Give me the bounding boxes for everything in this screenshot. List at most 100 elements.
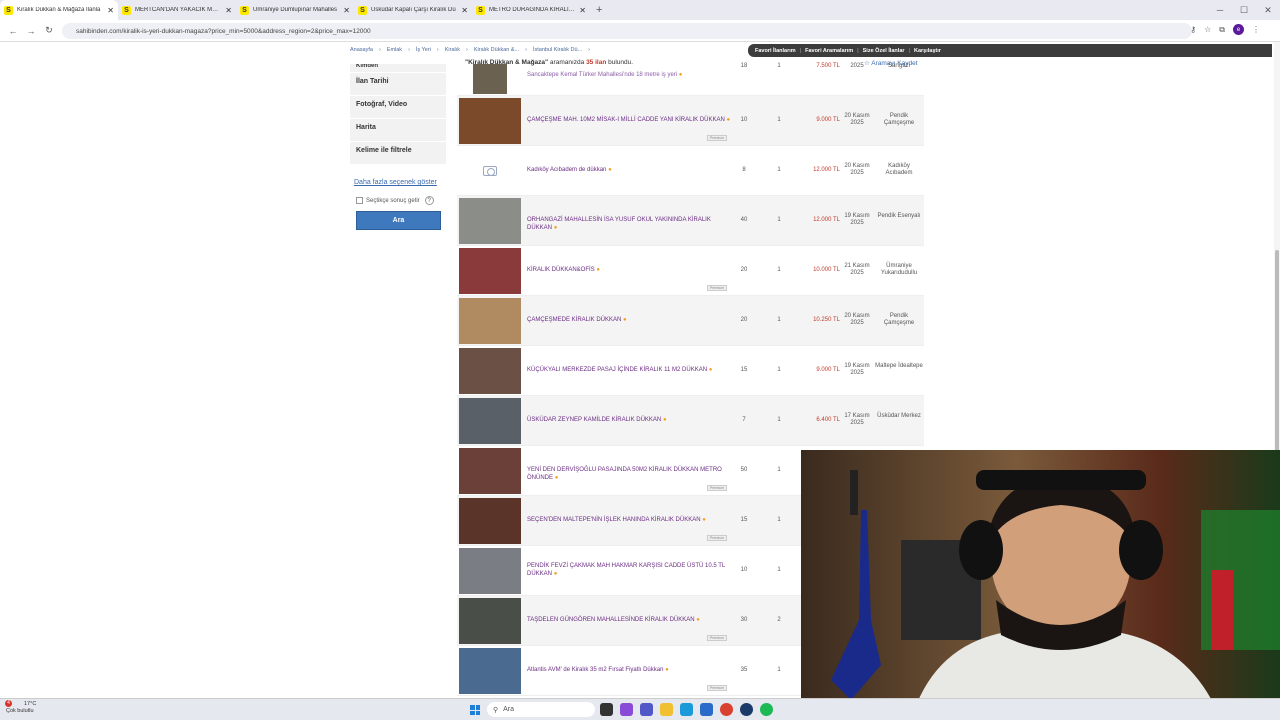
maximize-icon[interactable]: ☐ (1232, 5, 1256, 16)
browser-tab[interactable]: S Ümraniye Dumlupınar Mahalles ✕ (236, 0, 354, 20)
edge-icon[interactable] (680, 703, 693, 716)
close-tab-icon[interactable]: ✕ (225, 6, 232, 15)
listing-row[interactable]: KÜÇÜKYALI MERKEZDE PASAJ İÇİNDE KİRALIK … (457, 346, 924, 396)
listing-price: 12.000 TL (813, 217, 840, 223)
profile-avatar[interactable]: e (1233, 24, 1244, 35)
minimize-icon[interactable]: ─ (1208, 5, 1232, 15)
close-tab-icon[interactable]: ✕ (579, 6, 586, 15)
listing-title[interactable]: ÇAMÇEŞME MAH. 10M2 MİSAK-I MİLLİ CADDE Y… (527, 116, 737, 124)
listing-photo[interactable] (459, 98, 521, 144)
listing-photo[interactable] (473, 64, 507, 94)
chrome-icon[interactable] (720, 703, 733, 716)
reload-icon[interactable]: ↻ (40, 25, 58, 36)
weather-widget[interactable]: 4 17°C Çok bulutlu (5, 700, 36, 715)
filter-harita[interactable]: Harita (350, 119, 446, 141)
special-listings-link[interactable]: Size Özel İlanlar (863, 48, 905, 54)
windows-start-icon[interactable] (470, 705, 480, 715)
filter-kimden[interactable]: Kimden (350, 64, 446, 72)
listing-photo[interactable] (459, 448, 521, 494)
listing-title[interactable]: YENİ DEN DERVİŞOĞLU PASAJINDA 50M2 KİRAL… (527, 466, 737, 482)
spotify-icon[interactable] (760, 703, 773, 716)
favorite-searches-link[interactable]: Favori Aramalarım (805, 48, 853, 54)
listing-row[interactable]: KİRALIK DÜKKAN&OFİS ● Premium 20 1 10.000 TL… (457, 246, 924, 296)
listing-row[interactable]: ÜSKÜDAR ZEYNEP KAMİLDE KİRALIK DÜKKAN ● 7… (457, 396, 924, 446)
more-options-link[interactable]: Daha fazla seçenek göster (354, 179, 437, 186)
listing-row[interactable]: ÇAMÇEŞME MAH. 10M2 MİSAK-I MİLLİ CADDE Y… (457, 96, 924, 146)
compare-link[interactable]: Karşılaştır (914, 48, 941, 54)
listing-m2: 20 (740, 317, 748, 323)
listing-rooms: 1 (777, 167, 781, 173)
filter-keyword[interactable]: Kelime ile filtrele (350, 142, 446, 164)
browser-tab[interactable]: S Üsküdar Kapalı Çarşı Kiralık Dü ✕ (354, 0, 472, 20)
listing-title[interactable]: KÜÇÜKYALI MERKEZDE PASAJ İÇİNDE KİRALIK … (527, 366, 737, 374)
listing-title[interactable]: ÜSKÜDAR ZEYNEP KAMİLDE KİRALIK DÜKKAN ● (527, 416, 737, 424)
listing-title[interactable]: ÇAMÇEŞMEDE KİRALIK DÜKKAN ● (527, 316, 737, 324)
listing-m2: 15 (740, 517, 748, 523)
help-icon[interactable]: ? (424, 196, 434, 205)
taskbar-search[interactable]: ⚲ Ara (487, 702, 595, 717)
search-button[interactable]: Ara (356, 211, 441, 230)
filter-ilan-tarihi[interactable]: İlan Tarihi (350, 73, 446, 95)
listing-photo[interactable] (459, 248, 521, 294)
steam-icon[interactable] (740, 703, 753, 716)
listing-row[interactable]: ÇAMÇEŞMEDE KİRALIK DÜKKAN ● 20 1 10.250 TL 2… (457, 296, 924, 346)
close-tab-icon[interactable]: ✕ (107, 6, 114, 15)
badge-icon: ● (702, 517, 706, 523)
favorite-listings-link[interactable]: Favori İlanlarım (755, 48, 796, 54)
listing-photo[interactable] (459, 298, 521, 344)
listing-title[interactable]: SEÇEN'DEN MALTEPE'NİN İŞLEK HANINDA KİRA… (527, 516, 737, 524)
breadcrumb-item[interactable]: Anasayfa (350, 47, 373, 53)
listing-title[interactable]: Kadıköy Acıbadem de dükkan ● (527, 166, 737, 174)
teams-icon[interactable] (640, 703, 653, 716)
browser-tab[interactable]: S Kiralık Dükkan & Mağaza İlanla ✕ (0, 0, 118, 20)
listing-photo[interactable] (459, 398, 521, 444)
listing-photo[interactable] (459, 198, 521, 244)
key-icon[interactable]: ⚷ (1190, 25, 1196, 34)
breadcrumb-item[interactable]: İstanbul Kiralık Dü... (533, 47, 582, 53)
file-explorer-icon[interactable] (660, 703, 673, 716)
bookmark-star-icon[interactable]: ☆ (1204, 25, 1211, 34)
auto-results-checkbox[interactable] (356, 197, 363, 204)
copilot-icon[interactable] (620, 703, 633, 716)
listing-date: 17 Kasım 2025 (844, 413, 870, 426)
listing-title[interactable]: KİRALIK DÜKKAN&OFİS ● (527, 266, 737, 274)
filter-foto-video[interactable]: Fotoğraf, Video (350, 96, 446, 118)
listing-photo[interactable] (459, 498, 521, 544)
listing-photo[interactable] (459, 598, 521, 644)
menu-icon[interactable]: ⋮ (1252, 25, 1260, 34)
close-tab-icon[interactable]: ✕ (461, 6, 468, 15)
store-icon[interactable] (700, 703, 713, 716)
listing-rooms: 1 (777, 467, 781, 473)
breadcrumb: Anasayfa › Emlak › İş Yeri › Kiralık › Kiral… (350, 47, 591, 53)
close-tab-icon[interactable]: ✕ (343, 6, 350, 15)
url-field[interactable]: sahibinden.com/kiralik-is-yeri-dukkan-ma… (62, 23, 1192, 39)
listing-title[interactable]: TAŞDELEN GÜNGÖREN MAHALLESİNDE KİRALIK D… (527, 616, 737, 624)
listing-photo[interactable] (459, 548, 521, 594)
listing-row[interactable]: ORHANGAZİ MAHALLESİN İSA YUSUF OKUL YAKI… (457, 196, 924, 246)
extensions-icon[interactable]: ⧉ (1219, 25, 1225, 35)
new-tab-icon[interactable]: + (596, 4, 602, 16)
back-icon[interactable]: ← (4, 26, 22, 36)
listing-row[interactable]: Sancaktepe Kemal Türker Mahallesi'nde 18… (457, 63, 924, 96)
breadcrumb-item[interactable]: Kiralık (445, 47, 460, 53)
close-window-icon[interactable]: ✕ (1256, 5, 1280, 16)
task-view-icon[interactable] (600, 703, 613, 716)
listing-m2: 30 (740, 617, 748, 623)
browser-tab[interactable]: S METRO DURAĞINDA KİRALIK D ✕ (472, 0, 590, 20)
listing-photo[interactable] (459, 648, 521, 694)
listing-title[interactable]: ORHANGAZİ MAHALLESİN İSA YUSUF OKUL YAKI… (527, 216, 737, 232)
listing-m2: 15 (740, 367, 748, 373)
listing-rooms: 1 (777, 63, 781, 69)
listing-photo-placeholder[interactable] (459, 148, 521, 194)
listing-title[interactable]: Sancaktepe Kemal Türker Mahallesi'nde 18… (527, 71, 737, 79)
listing-title[interactable]: Atlantis AVM' de Kiralık 35 m2 Fırsat Fi… (527, 666, 737, 674)
listing-title[interactable]: PENDİK FEVZİ ÇAKMAK MAH HAKMAR KARŞISI C… (527, 562, 737, 578)
breadcrumb-item[interactable]: Kiralık Dükkan &... (474, 47, 519, 53)
breadcrumb-item[interactable]: Emlak (387, 47, 402, 53)
forward-icon[interactable]: → (22, 26, 40, 36)
browser-tab[interactable]: S MERTCAN'DAN YAKACIK MEYD ✕ (118, 0, 236, 20)
listing-rooms: 1 (777, 667, 781, 673)
listing-photo[interactable] (459, 348, 521, 394)
breadcrumb-item[interactable]: İş Yeri (416, 47, 431, 53)
listing-row[interactable]: Kadıköy Acıbadem de dükkan ● 8 1 12.000 TL 2… (457, 146, 924, 196)
